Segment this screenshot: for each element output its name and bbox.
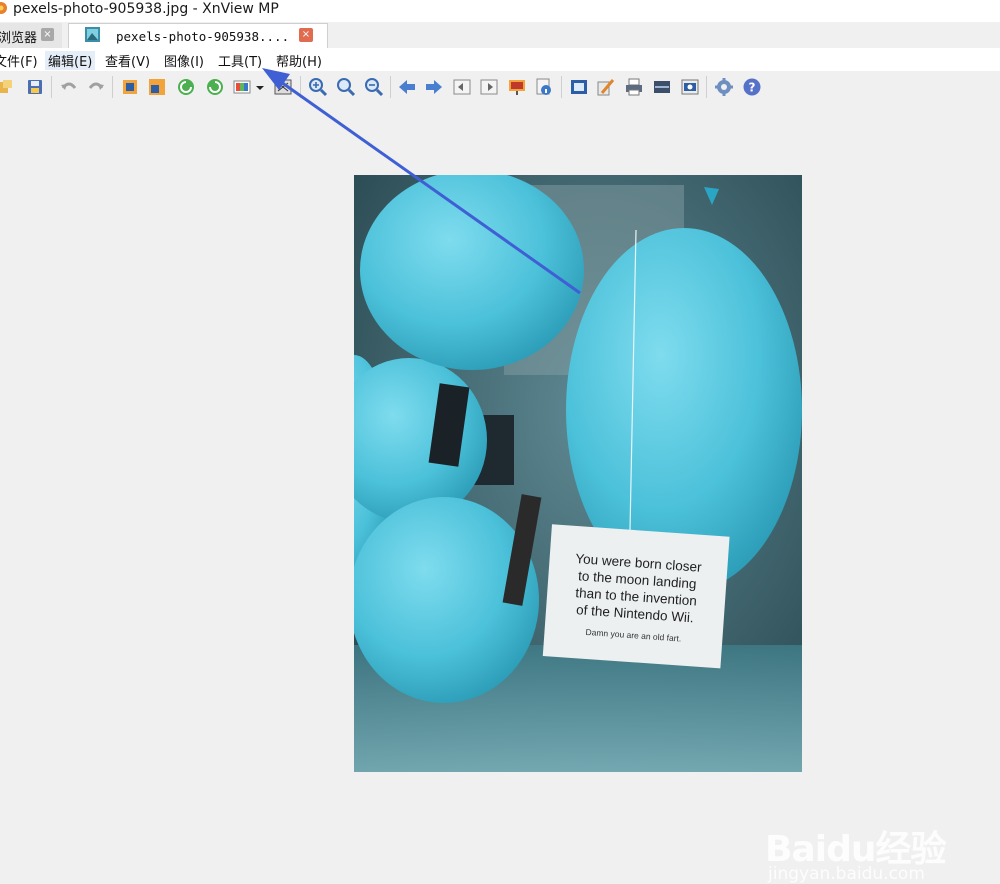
- print-icon[interactable]: [624, 77, 644, 97]
- help-icon[interactable]: ?: [742, 77, 762, 97]
- svg-text:?: ?: [749, 81, 756, 95]
- message-card: You were born closer to the moon landing…: [542, 524, 730, 669]
- menu-file[interactable]: 文件(F): [0, 51, 38, 70]
- last-icon[interactable]: [479, 77, 499, 97]
- menu-edit[interactable]: 编辑(E): [45, 51, 96, 70]
- rotate-right-icon[interactable]: [205, 77, 225, 97]
- first-icon[interactable]: [452, 77, 472, 97]
- tab-browser[interactable]: 浏览器 ×: [0, 23, 62, 48]
- settings-icon[interactable]: [714, 77, 734, 97]
- image-viewer[interactable]: You were born closer to the moon landing…: [0, 102, 1000, 884]
- xnview-app-icon: [0, 2, 7, 14]
- prev-icon[interactable]: [397, 77, 417, 97]
- crop-icon[interactable]: [120, 77, 140, 97]
- title-bar: pexels-photo-905938.jpg - XnView MP: [0, 0, 1000, 22]
- toolbar-separator: [706, 76, 707, 98]
- next-icon[interactable]: [424, 77, 444, 97]
- resize-icon[interactable]: [147, 77, 167, 97]
- open-icon[interactable]: [0, 77, 16, 97]
- undo-icon[interactable]: [59, 77, 79, 97]
- toolbar-separator: [561, 76, 562, 98]
- slideshow-icon[interactable]: [507, 77, 527, 97]
- scan-icon[interactable]: [652, 77, 672, 97]
- toolbar-separator: [390, 76, 391, 98]
- redo-icon[interactable]: [86, 77, 106, 97]
- zoom-out-icon[interactable]: [364, 77, 384, 97]
- fit-window-icon[interactable]: [569, 77, 589, 97]
- toolbar-separator: [300, 76, 301, 98]
- watermark-url: jingyan.baidu.com: [768, 864, 925, 884]
- close-icon[interactable]: ×: [299, 28, 313, 42]
- window-title: pexels-photo-905938.jpg - XnView MP: [13, 1, 279, 17]
- balloon-top: [360, 175, 584, 370]
- toolbar-separator: [112, 76, 113, 98]
- tab-strip: 浏览器 × pexels-photo-905938.... ×: [0, 22, 1000, 48]
- tab-photo[interactable]: pexels-photo-905938.... ×: [68, 23, 328, 48]
- menu-bar: 文件(F) 编辑(E) 查看(V) 图像(I) 工具(T) 帮助(H): [0, 48, 1000, 71]
- dropdown-icon[interactable]: [254, 77, 266, 97]
- edit-icon[interactable]: [596, 77, 616, 97]
- tab-browser-label: 浏览器: [0, 31, 38, 46]
- zoom-in-icon[interactable]: [308, 77, 328, 97]
- capture-icon[interactable]: [680, 77, 700, 97]
- image-file-icon: [85, 27, 100, 42]
- info-icon[interactable]: [534, 77, 554, 97]
- menu-tools[interactable]: 工具(T): [218, 51, 262, 70]
- zoom-fit-icon[interactable]: [336, 77, 356, 97]
- photo-illustration: You were born closer to the moon landing…: [354, 175, 802, 772]
- balloon-photo: You were born closer to the moon landing…: [354, 175, 802, 772]
- menu-help[interactable]: 帮助(H): [276, 51, 322, 70]
- tab-photo-label: pexels-photo-905938....: [116, 29, 290, 44]
- menu-image[interactable]: 图像(I): [164, 51, 204, 70]
- menu-view[interactable]: 查看(V): [105, 51, 150, 70]
- close-icon[interactable]: ×: [41, 28, 54, 41]
- toolbar-separator: [51, 76, 52, 98]
- color-adjust-icon[interactable]: [232, 77, 252, 97]
- rotate-left-icon[interactable]: [176, 77, 196, 97]
- fullscreen-icon[interactable]: [273, 77, 293, 97]
- save-icon[interactable]: [25, 77, 45, 97]
- toolbar: ?: [0, 71, 1000, 103]
